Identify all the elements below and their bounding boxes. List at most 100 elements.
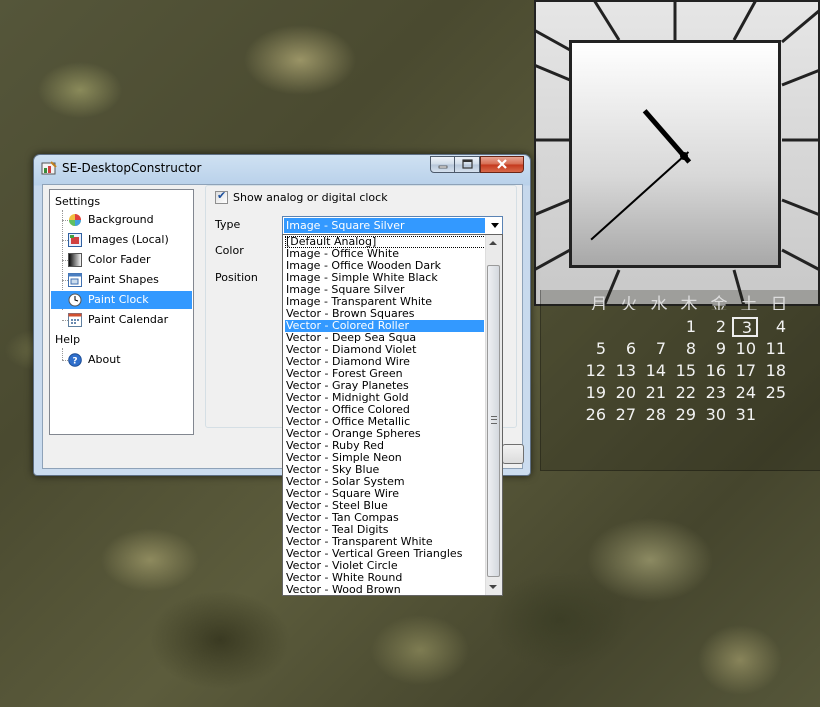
calendar-icon: [68, 313, 82, 327]
dropdown-option[interactable]: Vector - Tan Compas: [285, 512, 486, 524]
tree-item-about[interactable]: ? About: [68, 351, 188, 369]
dropdown-option[interactable]: Vector - Deep Sea Squa: [285, 332, 486, 344]
dropdown-option[interactable]: Vector - Forest Green: [285, 368, 486, 380]
color-wheel-icon: [69, 214, 81, 226]
close-button[interactable]: [480, 156, 524, 173]
dropdown-option[interactable]: Vector - Sky Blue: [285, 464, 486, 476]
calendar-day: 5: [595, 339, 606, 358]
dropdown-option[interactable]: Vector - Ruby Red: [285, 440, 486, 452]
clock-icon: [68, 293, 82, 307]
dropdown-option[interactable]: Vector - Wood Brown: [285, 584, 486, 596]
dropdown-option[interactable]: Vector - Office Colored: [285, 404, 486, 416]
dropdown-option[interactable]: Vector - Square Wire: [285, 488, 486, 500]
calendar-weekday: 土: [740, 295, 758, 310]
dropdown-option[interactable]: Vector - Teal Digits: [285, 524, 486, 536]
dropdown-scrollbar[interactable]: [485, 235, 502, 595]
maximize-button[interactable]: [454, 156, 480, 173]
dropdown-option[interactable]: Vector - Midnight Gold: [285, 392, 486, 404]
type-dropdown-list[interactable]: Vector - Wood Brown Vector - White Round V…: [282, 234, 503, 596]
tree-item-images-local[interactable]: Images (Local): [68, 231, 188, 249]
show-clock-checkbox[interactable]: ✔: [215, 189, 228, 204]
calendar-day: 27: [615, 405, 636, 424]
tree-item-label: Color Fader: [88, 253, 151, 266]
type-combobox-value: Image - Square Silver: [284, 218, 485, 233]
calendar-grid: 1 2 3 4 5 6 7 8 9 10 11 12 13 14 15 16 17 18 19 20 21 22 23 24 2…: [580, 316, 790, 426]
dropdown-option[interactable]: Vector - Solar System: [285, 476, 486, 488]
calendar-day: 13: [615, 361, 636, 380]
dropdown-option[interactable]: Vector - Gray Planetes: [285, 380, 486, 392]
position-label: Position: [215, 271, 258, 284]
dialog-button[interactable]: [502, 444, 524, 464]
calendar-day: 4: [775, 317, 786, 336]
type-combobox[interactable]: Image - Square Silver: [282, 216, 503, 235]
dropdown-option[interactable]: Vector - Steel Blue: [285, 500, 486, 512]
calendar-day: 30: [705, 405, 726, 424]
scroll-down-arrow-icon[interactable]: [489, 585, 497, 589]
tree-item-label: Paint Calendar: [88, 313, 169, 326]
close-icon: [497, 159, 507, 169]
grip-icon: [491, 416, 497, 424]
dropdown-option[interactable]: Image - Office White: [285, 248, 486, 260]
calendar-day: 28: [645, 405, 666, 424]
checkmark-icon: ✔: [217, 189, 227, 202]
chevron-down-icon[interactable]: [491, 223, 499, 228]
calendar-blank: [640, 316, 670, 338]
dropdown-option[interactable]: Vector - Diamond Wire: [285, 356, 486, 368]
minimize-icon: [438, 165, 448, 169]
settings-tree[interactable]: Settings Background Images (Local) Color…: [49, 189, 194, 435]
tree-item-paint-shapes[interactable]: Paint Shapes: [68, 271, 188, 289]
dropdown-option[interactable]: Image - Square Silver: [285, 284, 486, 296]
calendar-weekday: 木: [680, 295, 698, 310]
calendar-day: 11: [765, 339, 786, 358]
clock-face: [569, 40, 781, 268]
tree-root-settings-label: Settings: [55, 195, 101, 208]
dropdown-option[interactable]: Image - Simple White Black: [285, 272, 486, 284]
dropdown-option[interactable]: [Default Analog]: [285, 236, 486, 248]
calendar-day: 20: [615, 383, 636, 402]
dropdown-option[interactable]: Image - Transparent White: [285, 296, 486, 308]
tree-connector: [62, 348, 63, 360]
dropdown-option[interactable]: Vector - Orange Spheres: [285, 428, 486, 440]
calendar-day: 12: [585, 361, 606, 380]
minute-hand: [590, 151, 690, 241]
dropdown-option[interactable]: Vector - Office Metallic: [285, 416, 486, 428]
calendar-day: 24: [735, 383, 756, 402]
calendar-day: 2: [715, 317, 726, 336]
dropdown-option[interactable]: Vector - Simple Neon: [285, 452, 486, 464]
dropdown-option[interactable]: Vector - Diamond Violet: [285, 344, 486, 356]
calendar-day: 25: [765, 383, 786, 402]
calendar-day: 26: [585, 405, 606, 424]
dropdown-option[interactable]: Vector - Transparent White: [285, 536, 486, 548]
calendar-weekday: 水: [650, 295, 668, 310]
tree-item-label: Paint Clock: [88, 293, 149, 306]
calendar-day: 18: [765, 361, 786, 380]
tree-item-paint-clock[interactable]: Paint Clock: [51, 291, 192, 309]
dropdown-option[interactable]: Vector - Colored Roller: [285, 320, 484, 332]
dropdown-option[interactable]: Vector - Vertical Green Triangles: [285, 548, 486, 560]
tree-root-help-label: Help: [55, 333, 81, 346]
app-icon: [41, 161, 57, 175]
tree-item-color-fader[interactable]: Color Fader: [68, 251, 188, 269]
calendar-day: 6: [625, 339, 636, 358]
scrollbar-thumb[interactable]: [487, 265, 500, 577]
minimize-button[interactable]: [430, 156, 455, 173]
dropdown-option[interactable]: Vector - Brown Squares: [285, 308, 486, 320]
show-clock-label: Show analog or digital clock: [233, 191, 388, 204]
calendar-day: 7: [655, 339, 666, 358]
tree-item-paint-calendar[interactable]: Paint Calendar: [68, 311, 188, 329]
images-icon: [68, 233, 82, 247]
calendar-day: 9: [715, 339, 726, 358]
tree-item-background[interactable]: Background: [68, 211, 188, 229]
calendar-day: 8: [685, 339, 696, 358]
calendar-weekday: 日: [770, 295, 788, 310]
calendar-day-today: 3: [732, 317, 758, 337]
calendar-day: 29: [675, 405, 696, 424]
shapes-icon: [68, 273, 82, 287]
calendar-day: 23: [705, 383, 726, 402]
title-bar[interactable]: SE-DesktopConstructor: [34, 155, 530, 183]
dropdown-option[interactable]: Vector - Violet Circle: [285, 560, 486, 572]
dropdown-option[interactable]: Vector - White Round: [285, 572, 486, 584]
scroll-up-arrow-icon[interactable]: [489, 241, 497, 245]
dropdown-option[interactable]: Image - Office Wooden Dark: [285, 260, 486, 272]
calendar-day: 22: [675, 383, 696, 402]
